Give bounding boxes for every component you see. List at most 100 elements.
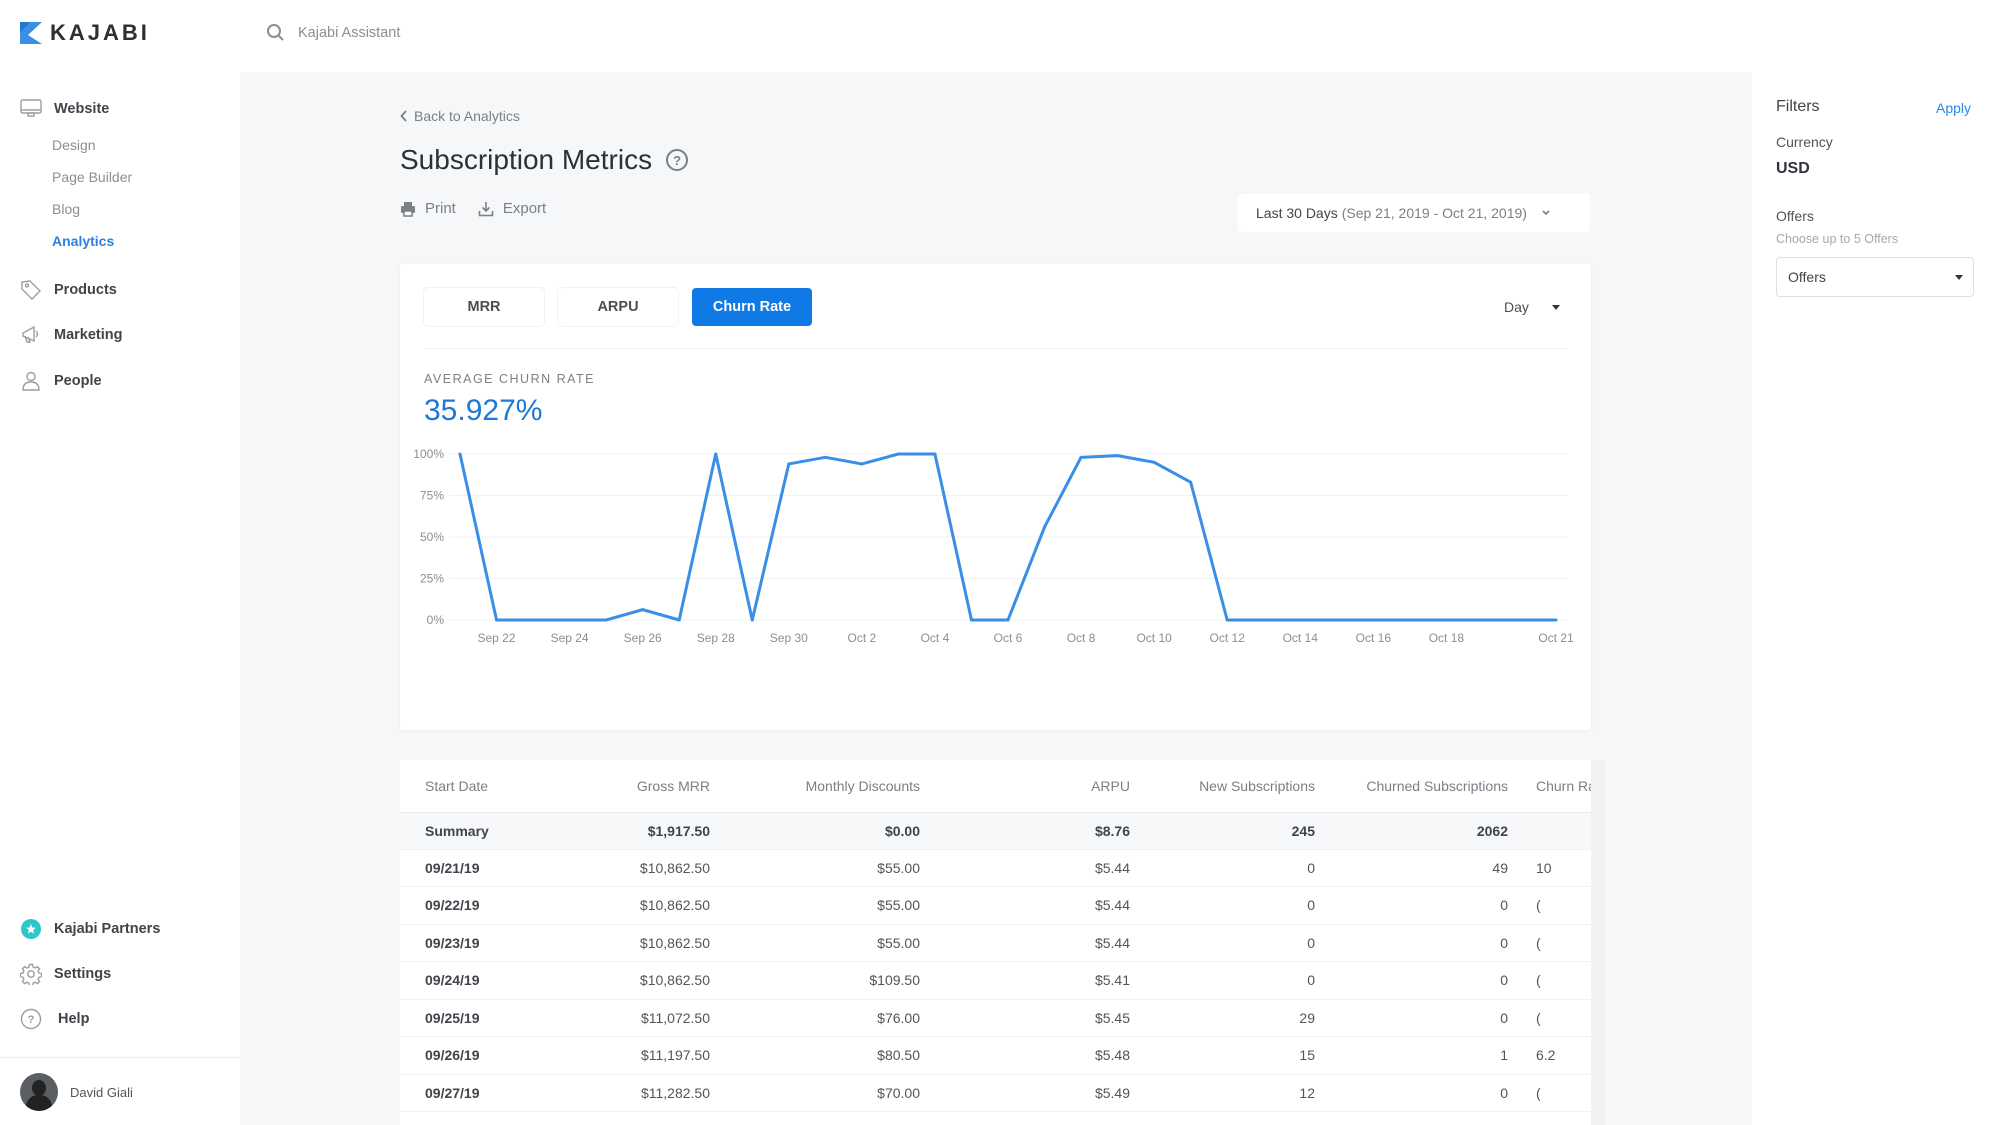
x-tick-label: Sep 28 [697, 631, 735, 645]
table-cell: 10 [1508, 849, 1591, 887]
user-name: David Giali [70, 1084, 133, 1100]
data-point [458, 452, 462, 456]
caret-down-icon [1955, 274, 1963, 280]
sidebar-item-label: Help [58, 1011, 90, 1027]
table-cell: 0 [1130, 886, 1315, 925]
table-cell: $5.49 [920, 1074, 1130, 1112]
kajabi-logo[interactable]: KAJABI [20, 20, 150, 46]
table-cell: 09/25/19 [400, 999, 590, 1037]
table-cell: $5.48 [920, 1036, 1130, 1075]
tab-churn-rate[interactable]: Churn Rate [692, 288, 812, 326]
table-row: 09/25/19 $11,072.50 $76.00 $5.45 29 0( [400, 999, 1591, 1037]
x-tick-label: Sep 30 [770, 631, 808, 645]
sidebar-item-marketing[interactable]: Marketing [20, 324, 123, 346]
gear-icon [20, 963, 42, 985]
table-cell: 09/27/19 [400, 1074, 590, 1112]
page-actions: Print Export [400, 200, 546, 217]
sidebar-item-people[interactable]: People [20, 370, 102, 392]
filters-panel: Filters Apply Currency USD Offers Choose… [1752, 72, 1999, 1125]
table-cell: $5.44 [920, 849, 1130, 887]
column-header[interactable]: Start Date [400, 760, 590, 813]
page-title: Subscription Metrics [400, 144, 653, 175]
column-header[interactable]: Monthly Discounts [710, 760, 920, 813]
data-point [641, 608, 645, 612]
user-profile[interactable]: David Giali [20, 1073, 133, 1111]
apply-filters-button[interactable]: Apply [1936, 100, 1971, 116]
sidebar-item-products[interactable]: Products [20, 279, 117, 301]
table-cell: $55.00 [710, 924, 920, 962]
x-tick-label: Oct 2 [848, 631, 877, 645]
tab-arpu[interactable]: ARPU [558, 288, 678, 326]
data-point [495, 618, 499, 622]
period-select[interactable]: Day [1492, 288, 1570, 326]
star-badge-icon [21, 919, 41, 939]
table-cell: 29 [1130, 999, 1315, 1037]
column-header[interactable]: ARPU [920, 760, 1130, 813]
column-header[interactable]: Churned Subscriptions [1315, 760, 1508, 813]
sidebar-subitem-page-builder[interactable]: Page Builder [52, 169, 132, 185]
average-churn-label: AVERAGE CHURN RATE [424, 372, 596, 386]
tab-mrr[interactable]: MRR [424, 288, 544, 326]
data-point [750, 618, 754, 622]
printer-icon [401, 201, 415, 217]
table-cell: ( [1508, 961, 1591, 1000]
churn-rate-line-chart: 0% 25% 50% 75% 100% Sep 22 Sep 24 Sep 26 Sep 28 S… [413, 447, 1574, 645]
table-cell: 0 [1315, 924, 1508, 962]
download-icon [478, 201, 494, 216]
table-cell: ( [1508, 924, 1591, 962]
data-point [1225, 618, 1229, 622]
x-tick-label: Oct 14 [1283, 631, 1319, 645]
sidebar-item-kajabi-partners[interactable]: Kajabi Partners [20, 918, 160, 940]
table-scrollbar[interactable] [1591, 760, 1605, 1125]
x-tick-label: Oct 16 [1356, 631, 1392, 645]
column-header[interactable]: New Subscriptions [1130, 760, 1315, 813]
export-label: Export [502, 200, 547, 217]
offers-select[interactable]: Offers [1776, 257, 1974, 297]
metrics-chart-card: MRR ARPU Churn Rate Day AVERAGE CHURN RA… [400, 264, 1591, 730]
export-button[interactable]: Export [478, 200, 546, 217]
date-range-select[interactable]: Last 30 Days (Sep 21, 2019 - Oct 21, 201… [1238, 194, 1590, 232]
column-header[interactable]: Gross MRR [590, 760, 710, 813]
avatar [20, 1073, 58, 1111]
sidebar-item-help[interactable]: ? Help [20, 1008, 89, 1030]
print-button[interactable]: Print [400, 200, 456, 217]
x-tick-label: Oct 21 [1538, 631, 1574, 645]
sidebar-subitem-design[interactable]: Design [52, 137, 96, 153]
data-point [1189, 480, 1193, 484]
table-row: 09/21/19 $10,862.50 $55.00 $5.44 0 49 10 [400, 849, 1591, 887]
table-cell: 2062 [1315, 812, 1508, 850]
data-point [1116, 454, 1120, 458]
y-tick-label: 75% [420, 489, 444, 503]
sidebar-subitem-analytics[interactable]: Analytics [52, 233, 114, 249]
topbar: Kajabi Assistant [240, 0, 1999, 72]
assistant-search[interactable]: Kajabi Assistant [266, 23, 400, 43]
sidebar-item-settings[interactable]: Settings [20, 963, 111, 985]
column-header[interactable]: Churn Ra [1508, 760, 1591, 813]
sidebar-item-website[interactable]: Website [20, 98, 109, 120]
table-row: 09/23/19 $10,862.50 $55.00 $5.44 0 0( [400, 924, 1591, 962]
kajabi-logo-icon [20, 22, 42, 44]
x-tick-label: Oct 12 [1210, 631, 1246, 645]
back-to-analytics-link[interactable]: Back to Analytics [400, 108, 520, 124]
table-cell: 0 [1315, 1074, 1508, 1112]
help-circle-icon[interactable]: ? [666, 149, 689, 171]
sidebar-subitem-blog[interactable]: Blog [52, 201, 80, 217]
table-cell: ( [1508, 1074, 1591, 1112]
data-point [531, 618, 535, 622]
average-churn-value: 35.927% [424, 394, 543, 427]
data-point [823, 455, 827, 459]
table-cell: $8.76 [920, 812, 1130, 850]
table-cell: 15 [1130, 1036, 1315, 1075]
table-cell: 0 [1130, 961, 1315, 1000]
monitor-icon [20, 99, 42, 117]
help-icon: ? [20, 1008, 42, 1030]
table-row: 09/22/19 $10,862.50 $55.00 $5.44 0 0( [400, 886, 1591, 925]
data-point [677, 618, 681, 622]
x-tick-label: Oct 4 [921, 631, 950, 645]
filters-title: Filters [1776, 98, 1820, 115]
currency-label: Currency [1776, 134, 1833, 150]
date-range-dates: (Sep 21, 2019 - Oct 21, 2019) [1341, 205, 1527, 221]
x-tick-label: Sep 22 [478, 631, 516, 645]
data-point [933, 452, 937, 456]
table-cell: $10,862.50 [590, 961, 710, 1000]
